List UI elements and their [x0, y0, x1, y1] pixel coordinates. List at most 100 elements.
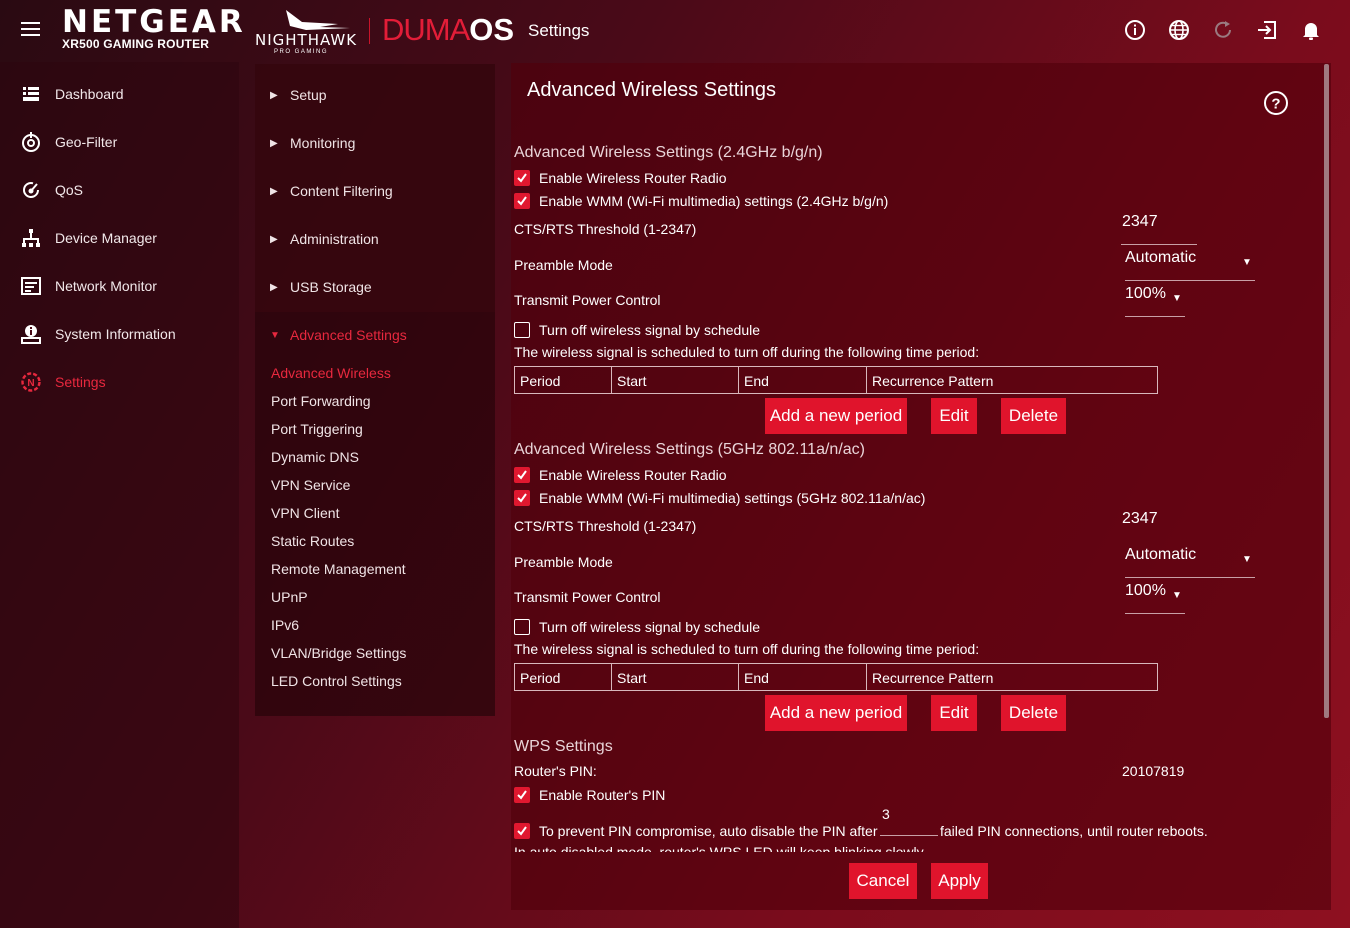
- nav-label: Settings: [55, 374, 106, 390]
- nav-item-system-information[interactable]: System Information: [0, 314, 239, 354]
- period-table-24: Period Start End Recurrence Pattern: [514, 366, 1158, 394]
- nav-item-settings[interactable]: N Settings: [0, 362, 239, 402]
- col-header-end: End: [739, 664, 867, 690]
- submenu-item-port-forwarding[interactable]: Port Forwarding: [271, 393, 371, 409]
- nav-item-geo-filter[interactable]: Geo-Filter: [0, 122, 239, 162]
- panel-scrollbar[interactable]: [1324, 64, 1329, 718]
- settings-icon: N: [21, 372, 41, 392]
- submenu-item-vpn-service[interactable]: VPN Service: [271, 477, 350, 493]
- cts-label-24: CTS/RTS Threshold (1-2347): [514, 221, 697, 237]
- preamble-select-24[interactable]: Automatic ▼: [1125, 249, 1255, 281]
- submenu-item-vpn-client[interactable]: VPN Client: [271, 505, 339, 521]
- tx-select-5-value: 100%: [1125, 582, 1166, 599]
- edit-button-5[interactable]: Edit: [931, 695, 977, 731]
- submenu-content-filtering[interactable]: ▶ Content Filtering: [270, 179, 393, 203]
- schedule-24-checkbox[interactable]: [514, 322, 530, 338]
- expand-arrow-icon: ▶: [270, 233, 278, 245]
- checkbox-label: Enable WMM (Wi-Fi multimedia) settings (…: [539, 193, 889, 209]
- submenu-setup[interactable]: ▶ Setup: [270, 83, 327, 107]
- globe-icon[interactable]: [1168, 19, 1190, 41]
- col-header-period: Period: [515, 367, 612, 393]
- wps-led-note: In auto disabled mode, router's WPS LED …: [514, 844, 924, 852]
- netgear-logo: NETGEAR XR500 GAMING ROUTER: [62, 6, 246, 51]
- submenu-item-advanced-wireless[interactable]: Advanced Wireless: [271, 365, 391, 381]
- enable-pin-checkbox[interactable]: [514, 787, 530, 803]
- submenu-item-vlan-bridge[interactable]: VLAN/Bridge Settings: [271, 645, 406, 661]
- enable-wmm-5-row: Enable WMM (Wi-Fi multimedia) settings (…: [514, 490, 925, 506]
- tx-select-5[interactable]: 100% ▼: [1125, 582, 1185, 614]
- expand-arrow-icon: ▶: [270, 137, 278, 149]
- expand-arrow-icon: ▶: [270, 281, 278, 293]
- menu-icon[interactable]: [21, 22, 40, 38]
- nav-item-qos[interactable]: QoS: [0, 170, 239, 210]
- schedule-24-row: Turn off wireless signal by schedule: [514, 322, 760, 338]
- submenu-label: Setup: [290, 87, 327, 103]
- cts-input-5[interactable]: 2347: [1121, 510, 1197, 542]
- submenu-label: Monitoring: [290, 135, 356, 151]
- failed-pin-count-input[interactable]: 3: [880, 806, 938, 836]
- enable-radio-24-checkbox[interactable]: [514, 170, 530, 186]
- router-pin-label: Router's PIN:: [514, 763, 597, 779]
- svg-text:N: N: [27, 378, 34, 389]
- enable-wmm-24-row: Enable WMM (Wi-Fi multimedia) settings (…: [514, 193, 888, 209]
- apply-button[interactable]: Apply: [931, 863, 988, 899]
- collapse-arrow-icon: ▼: [270, 329, 280, 341]
- submenu-usb-storage[interactable]: ▶ USB Storage: [270, 275, 372, 299]
- nav-item-network-monitor[interactable]: Network Monitor: [0, 266, 239, 306]
- preamble-select-24-value: Automatic: [1125, 249, 1197, 266]
- section-title-24ghz: Advanced Wireless Settings (2.4GHz b/g/n…: [514, 144, 823, 161]
- tx-label-24: Transmit Power Control: [514, 292, 661, 308]
- help-icon[interactable]: ?: [1263, 90, 1289, 116]
- enable-wmm-24-checkbox[interactable]: [514, 193, 530, 209]
- delete-button-5[interactable]: Delete: [1001, 695, 1066, 731]
- submenu-administration[interactable]: ▶ Administration: [270, 227, 379, 251]
- checkbox-label: Turn off wireless signal by schedule: [539, 322, 760, 338]
- submenu-label: USB Storage: [290, 279, 372, 295]
- submenu-item-upnp[interactable]: UPnP: [271, 589, 308, 605]
- bell-icon[interactable]: [1300, 19, 1322, 41]
- network-monitor-icon: [21, 277, 41, 295]
- enable-wmm-5-checkbox[interactable]: [514, 490, 530, 506]
- logout-icon[interactable]: [1256, 19, 1278, 41]
- tx-select-24[interactable]: 100% ▼: [1125, 285, 1185, 317]
- schedule-5-row: Turn off wireless signal by schedule: [514, 619, 760, 635]
- submenu-monitoring[interactable]: ▶ Monitoring: [270, 131, 355, 155]
- preamble-label-5: Preamble Mode: [514, 554, 613, 570]
- refresh-icon[interactable]: [1212, 19, 1234, 41]
- pin-compromise-checkbox[interactable]: [514, 823, 530, 839]
- submenu-item-remote-management[interactable]: Remote Management: [271, 561, 406, 577]
- pin-compromise-row: To prevent PIN compromise, auto disable …: [514, 823, 878, 839]
- cts-input-24[interactable]: 2347: [1121, 213, 1197, 245]
- preamble-select-5[interactable]: Automatic ▼: [1125, 546, 1255, 578]
- enable-radio-5-checkbox[interactable]: [514, 467, 530, 483]
- cancel-button[interactable]: Cancel: [849, 863, 917, 899]
- nav-label: Geo-Filter: [55, 134, 118, 150]
- submenu-item-port-triggering[interactable]: Port Triggering: [271, 421, 363, 437]
- pin-compromise-text-a: To prevent PIN compromise, auto disable …: [539, 823, 878, 839]
- submenu-item-static-routes[interactable]: Static Routes: [271, 533, 354, 549]
- nav-item-dashboard[interactable]: Dashboard: [0, 74, 239, 114]
- add-period-button-24[interactable]: Add a new period: [765, 398, 907, 434]
- edit-button-24[interactable]: Edit: [931, 398, 977, 434]
- dumaos-logo: DUMAOS: [382, 13, 514, 47]
- left-nav: Dashboard Geo-Filter QoS Device Manager …: [0, 62, 239, 928]
- submenu-advanced-settings[interactable]: ▼ Advanced Settings: [270, 323, 407, 347]
- enable-pin-row: Enable Router's PIN: [514, 787, 665, 803]
- submenu-item-dynamic-dns[interactable]: Dynamic DNS: [271, 449, 359, 465]
- info-icon[interactable]: [1124, 19, 1146, 41]
- nav-label: System Information: [55, 326, 176, 342]
- submenu-item-led-control[interactable]: LED Control Settings: [271, 673, 402, 689]
- dropdown-arrow-icon: ▼: [1172, 293, 1182, 304]
- checkbox-label: Turn off wireless signal by schedule: [539, 619, 760, 635]
- delete-button-24[interactable]: Delete: [1001, 398, 1066, 434]
- tx-label-5: Transmit Power Control: [514, 589, 661, 605]
- col-header-recurrence: Recurrence Pattern: [872, 670, 994, 686]
- add-period-button-5[interactable]: Add a new period: [765, 695, 907, 731]
- nav-label: Device Manager: [55, 230, 157, 246]
- submenu-item-ipv6[interactable]: IPv6: [271, 617, 299, 633]
- checkbox-label: Enable Router's PIN: [539, 787, 666, 803]
- nav-label: QoS: [55, 182, 84, 198]
- schedule-5-checkbox[interactable]: [514, 619, 530, 635]
- checkbox-label: Enable WMM (Wi-Fi multimedia) settings (…: [539, 490, 926, 506]
- nav-item-device-manager[interactable]: Device Manager: [0, 218, 239, 258]
